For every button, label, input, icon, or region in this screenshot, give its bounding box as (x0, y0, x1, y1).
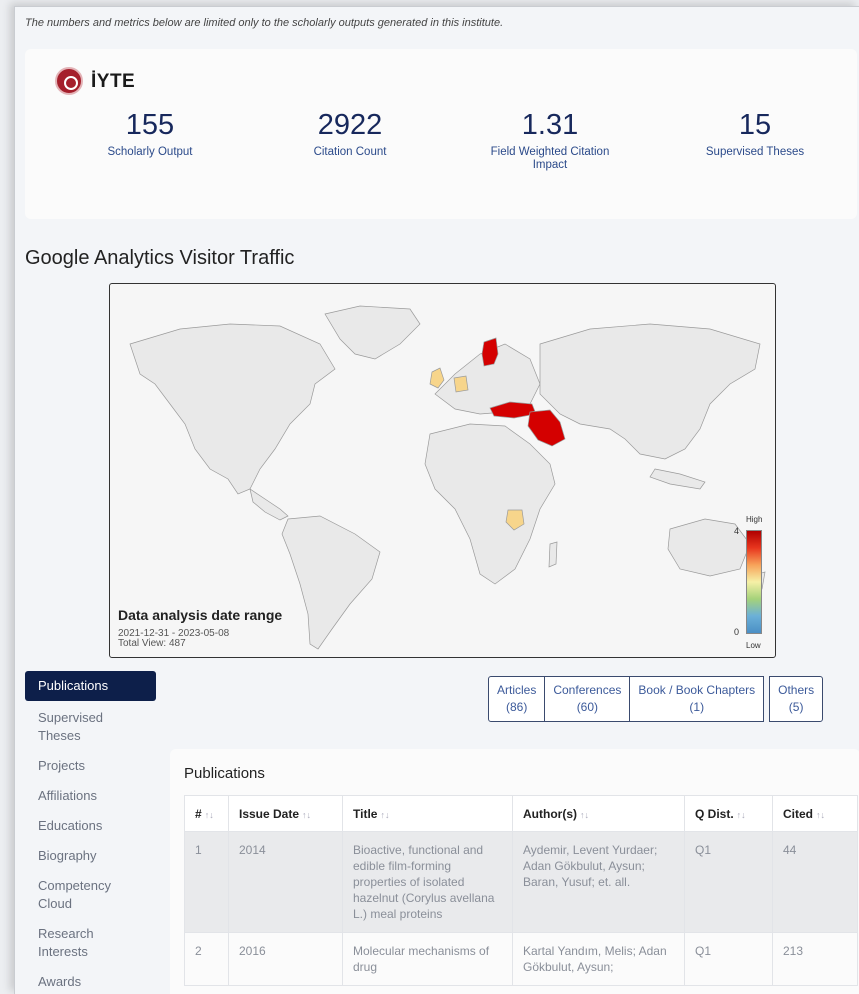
legend-low-label: Low (746, 641, 761, 650)
col-header-cited[interactable]: Cited ↑↓ (772, 795, 858, 832)
nav-item-publications[interactable]: Publications (25, 671, 156, 701)
nav-item-biography[interactable]: Biography (25, 847, 156, 865)
publication-type-filters: Articles (86) Conferences (60) Book / Bo… (488, 676, 824, 722)
filter-count: (5) (788, 700, 804, 714)
date-range-title: Data analysis date range (118, 607, 283, 623)
sort-arrows-icon: ↑↓ (380, 809, 390, 820)
world-map-icon (129, 305, 766, 650)
col-label: Issue Date (239, 806, 300, 821)
col-label: Author(s) (523, 806, 577, 821)
filter-tab-conferences[interactable]: Conferences (60) (544, 676, 631, 722)
map-region-iran (527, 409, 566, 447)
nav-item-educations[interactable]: Educations (25, 817, 156, 835)
cell-number: 1 (184, 831, 229, 933)
col-header-issue-date[interactable]: Issue Date ↑↓ (228, 795, 343, 832)
filter-count: (1) (689, 700, 705, 714)
metric-value: 2922 (317, 109, 383, 141)
cell-cited: 44 (772, 831, 858, 933)
nav-item-projects[interactable]: Projects (25, 757, 156, 775)
map-region-germany (453, 375, 469, 393)
publications-title: Publications (184, 765, 265, 782)
filter-tab-articles[interactable]: Articles (86) (488, 676, 546, 722)
map-region-africa (424, 423, 556, 585)
map-region-se-asia (649, 468, 706, 490)
filter-count: (86) (506, 700, 528, 714)
nav-item-competency-cloud[interactable]: Competency Cloud (25, 877, 135, 913)
cell-issue-date: 2016 (228, 932, 343, 986)
legend-high-label: High (746, 515, 763, 524)
profile-page: The numbers and metrics below are limite… (14, 6, 859, 994)
map-region-madagascar (548, 541, 558, 568)
sort-arrows-icon: ↑↓ (302, 809, 312, 820)
institution-name: İYTE (91, 71, 136, 92)
col-header-authors[interactable]: Author(s) ↑↓ (512, 795, 685, 832)
nav-item-research-interests[interactable]: Research Interests (25, 925, 115, 961)
col-label: Q Dist. (695, 806, 734, 821)
filter-tab-books[interactable]: Book / Book Chapters (1) (629, 676, 765, 722)
nav-item-supervised-theses[interactable]: Supervised Theses (25, 709, 115, 745)
table-row[interactable]: 2 2016 Molecular mechanisms of drug Kart… (184, 932, 858, 986)
filter-label: Conferences (553, 683, 622, 697)
cell-authors: Aydemir, Levent Yurdaer; Adan Gökbulut, … (512, 831, 685, 933)
filter-label: Book / Book Chapters (638, 683, 756, 697)
nav-item-awards[interactable]: Awards (25, 973, 156, 991)
total-view: Total View: 487 (118, 638, 186, 649)
legend-color-scale (746, 530, 762, 634)
filter-label: Articles (497, 683, 537, 697)
legend-min-value: 0 (734, 627, 740, 637)
metrics-notice: The numbers and metrics below are limite… (25, 17, 504, 29)
metric-label: Citation Count (313, 146, 387, 158)
metric-value: 155 (125, 109, 175, 141)
filter-tab-others[interactable]: Others (5) (769, 676, 824, 722)
cell-cited: 213 (772, 932, 858, 986)
map-region-asia (539, 323, 761, 460)
col-header-number[interactable]: # ↑↓ (184, 795, 229, 832)
col-label: Cited (783, 806, 813, 821)
map-region-south-america (281, 515, 381, 650)
profile-sidebar: Publications Supervised Theses Projects … (25, 671, 156, 994)
publications-card: Publications # ↑↓ Issue Date ↑↓ Title ↑↓ Au… (170, 749, 859, 994)
col-header-q-dist[interactable]: Q Dist. ↑↓ (684, 795, 773, 832)
metric-fwci[interactable]: 1.31 Field Weighted Citation Impact (455, 109, 645, 172)
sort-arrows-icon: ↑↓ (580, 809, 589, 820)
sort-arrows-icon: ↑↓ (736, 809, 746, 820)
map-region-greenland (324, 305, 421, 360)
metrics-card: İYTE 155 Scholarly Output 2922 Citation … (25, 49, 857, 219)
cell-q-dist: Q1 (684, 932, 773, 986)
col-label: # (195, 806, 202, 821)
col-header-title[interactable]: Title ↑↓ (342, 795, 513, 832)
publications-table: # ↑↓ Issue Date ↑↓ Title ↑↓ Author(s) ↑↓ Q D… (184, 795, 858, 986)
cell-number: 2 (184, 932, 229, 986)
metric-label: Field Weighted Citation Impact (490, 146, 610, 171)
metric-citation-count[interactable]: 2922 Citation Count (260, 109, 440, 159)
cell-issue-date: 2014 (228, 831, 343, 933)
cell-q-dist: Q1 (684, 831, 773, 933)
metric-label: Scholarly Output (107, 146, 193, 158)
visitor-map[interactable]: Data analysis date range 2021-12-31 - 20… (109, 283, 776, 658)
cell-title[interactable]: Bioactive, functional and edible film-fo… (342, 831, 513, 933)
nav-item-affiliations[interactable]: Affiliations (25, 787, 156, 805)
filter-label: Others (778, 683, 815, 697)
map-region-central-america (249, 488, 289, 521)
legend-max-value: 4 (734, 526, 740, 536)
metric-scholarly-output[interactable]: 155 Scholarly Output (60, 109, 240, 159)
table-row[interactable]: 1 2014 Bioactive, functional and edible … (184, 831, 858, 933)
analytics-title: Google Analytics Visitor Traffic (25, 247, 295, 269)
cell-authors: Kartal Yandım, Melis; Adan Gökbulut, Ays… (512, 932, 685, 986)
map-region-uk (429, 367, 445, 389)
sort-arrows-icon: ↑↓ (816, 809, 825, 820)
metric-value: 15 (738, 109, 772, 141)
metric-value: 1.31 (521, 109, 579, 141)
map-region-north-america (129, 323, 336, 495)
sort-arrows-icon: ↑↓ (204, 809, 214, 820)
metric-label: Supervised Theses (705, 146, 805, 158)
cell-title[interactable]: Molecular mechanisms of drug (342, 932, 513, 986)
col-label: Title (353, 806, 378, 821)
metric-supervised-theses[interactable]: 15 Supervised Theses (665, 109, 845, 159)
filter-count: (60) (576, 700, 599, 714)
institution-seal-icon (55, 67, 83, 95)
